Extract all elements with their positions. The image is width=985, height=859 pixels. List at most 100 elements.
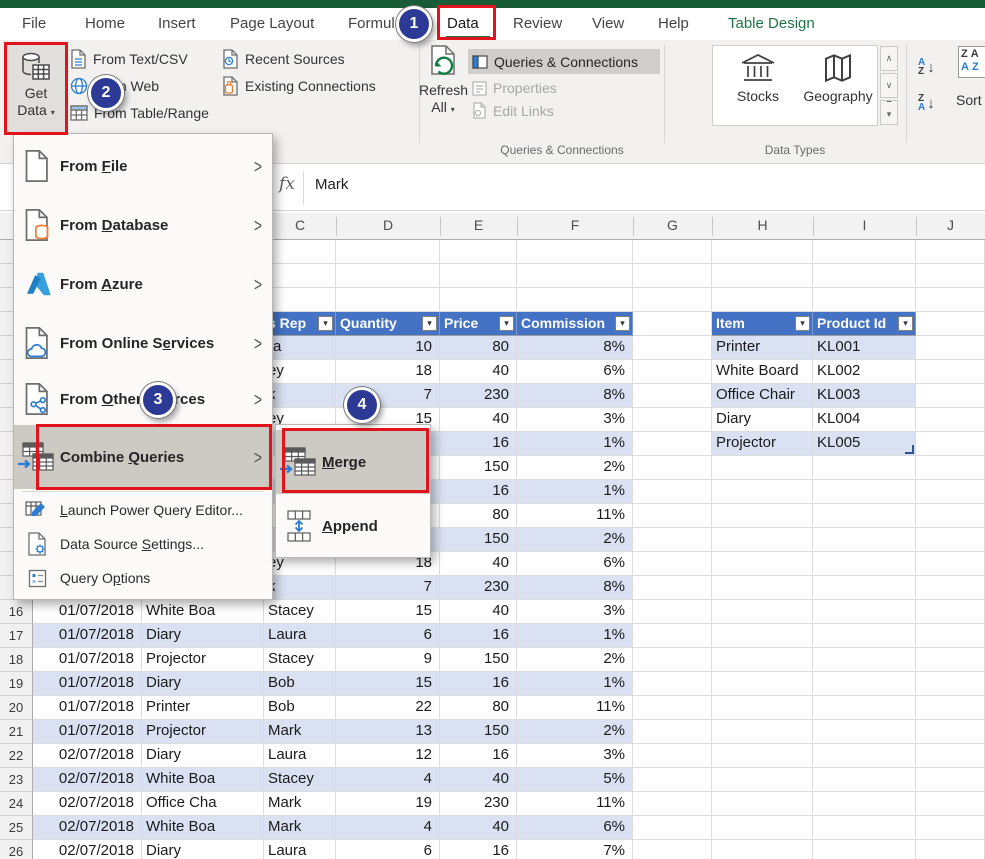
table2-cell[interactable]: Office Chair bbox=[712, 384, 813, 408]
from-text-csv-button[interactable]: From Text/CSV bbox=[70, 48, 188, 70]
table1-cell[interactable]: 8% bbox=[517, 336, 633, 360]
table1-cell[interactable]: White Boa bbox=[142, 768, 264, 792]
table1-cell[interactable]: 2% bbox=[517, 456, 633, 480]
table1-cell[interactable]: 16 bbox=[440, 480, 517, 504]
table1-cell[interactable]: 15 bbox=[336, 672, 440, 696]
cell[interactable] bbox=[813, 480, 916, 504]
cell[interactable] bbox=[633, 504, 712, 528]
table1-cell[interactable]: 22 bbox=[336, 696, 440, 720]
cell[interactable] bbox=[916, 456, 985, 480]
gallery-scroll-up-button[interactable]: ∧ bbox=[880, 46, 898, 71]
table1-cell[interactable]: 12 bbox=[336, 744, 440, 768]
cell[interactable] bbox=[712, 264, 813, 288]
cell[interactable] bbox=[633, 312, 712, 336]
table1-header-cell[interactable]: Commission▾ bbox=[517, 312, 633, 336]
cell[interactable] bbox=[712, 456, 813, 480]
cell[interactable] bbox=[517, 264, 633, 288]
table1-cell[interactable]: ra bbox=[264, 336, 336, 360]
cell[interactable] bbox=[712, 744, 813, 768]
cell[interactable] bbox=[712, 840, 813, 859]
cell[interactable] bbox=[813, 576, 916, 600]
cell[interactable] bbox=[916, 816, 985, 840]
table2-cell[interactable]: Diary bbox=[712, 408, 813, 432]
menu-item-from-azure[interactable]: From Azure > bbox=[14, 260, 272, 308]
cell[interactable] bbox=[712, 504, 813, 528]
table1-cell[interactable]: 80 bbox=[440, 504, 517, 528]
table1-cell[interactable]: 40 bbox=[440, 360, 517, 384]
cell[interactable] bbox=[813, 792, 916, 816]
tab-home[interactable]: Home bbox=[85, 15, 125, 32]
table1-cell[interactable]: 02/07/2018 bbox=[33, 816, 142, 840]
table1-cell[interactable]: Projector bbox=[142, 648, 264, 672]
menu-item-from-file[interactable]: From File > bbox=[14, 142, 272, 190]
table1-cell[interactable]: Stacey bbox=[264, 768, 336, 792]
cell[interactable] bbox=[712, 672, 813, 696]
column-header-F[interactable]: F bbox=[517, 217, 633, 233]
cell[interactable] bbox=[916, 624, 985, 648]
cell[interactable] bbox=[916, 696, 985, 720]
table1-cell[interactable]: 1% bbox=[517, 480, 633, 504]
table1-cell[interactable]: Diary bbox=[142, 672, 264, 696]
cell[interactable] bbox=[916, 480, 985, 504]
column-header-I[interactable]: I bbox=[813, 217, 916, 233]
cell[interactable] bbox=[712, 288, 813, 312]
gallery-more-button[interactable]: ▾ bbox=[880, 100, 898, 125]
table1-cell[interactable]: 40 bbox=[440, 600, 517, 624]
table1-cell[interactable]: 16 bbox=[440, 432, 517, 456]
filter-dropdown-icon[interactable]: ▾ bbox=[499, 316, 514, 331]
cell[interactable] bbox=[712, 240, 813, 264]
cell[interactable] bbox=[813, 528, 916, 552]
table1-cell[interactable]: 2% bbox=[517, 720, 633, 744]
table1-cell[interactable]: 01/07/2018 bbox=[33, 720, 142, 744]
geography-button[interactable]: Geography bbox=[799, 52, 877, 104]
sort-descending-button[interactable]: ZA ↓ bbox=[918, 88, 950, 118]
table1-cell[interactable]: 150 bbox=[440, 648, 517, 672]
cell[interactable] bbox=[916, 312, 985, 336]
table1-cell[interactable]: Bob bbox=[264, 672, 336, 696]
table1-header-cell[interactable]: Quantity▾ bbox=[336, 312, 440, 336]
table1-cell[interactable]: White Boa bbox=[142, 816, 264, 840]
cell[interactable] bbox=[633, 528, 712, 552]
row-header-25[interactable]: 25 bbox=[0, 816, 33, 840]
table1-cell[interactable]: Laura bbox=[264, 840, 336, 859]
table1-cell[interactable]: ey bbox=[264, 360, 336, 384]
table1-cell[interactable]: 3% bbox=[517, 408, 633, 432]
cell[interactable] bbox=[633, 624, 712, 648]
table1-cell[interactable]: Diary bbox=[142, 744, 264, 768]
table1-cell[interactable]: Mark bbox=[264, 720, 336, 744]
cell[interactable] bbox=[712, 720, 813, 744]
table2-cell[interactable]: White Board bbox=[712, 360, 813, 384]
cell[interactable] bbox=[633, 792, 712, 816]
tab-view[interactable]: View bbox=[592, 15, 624, 32]
cell[interactable] bbox=[916, 384, 985, 408]
row-header-20[interactable]: 20 bbox=[0, 696, 33, 720]
table1-cell[interactable]: Diary bbox=[142, 624, 264, 648]
row-header-21[interactable]: 21 bbox=[0, 720, 33, 744]
column-header-H[interactable]: H bbox=[712, 217, 813, 233]
cell[interactable] bbox=[633, 288, 712, 312]
cell[interactable] bbox=[916, 744, 985, 768]
gallery-scroll-down-button[interactable]: ∨ bbox=[880, 73, 898, 98]
cell[interactable] bbox=[633, 552, 712, 576]
cell[interactable] bbox=[633, 240, 712, 264]
table1-cell[interactable]: 4 bbox=[336, 816, 440, 840]
tab-review[interactable]: Review bbox=[513, 15, 562, 32]
cell[interactable] bbox=[813, 720, 916, 744]
table1-cell[interactable]: Laura bbox=[264, 624, 336, 648]
cell[interactable] bbox=[916, 648, 985, 672]
table2-cell[interactable]: KL001 bbox=[813, 336, 916, 360]
cell[interactable] bbox=[712, 480, 813, 504]
table1-cell[interactable]: 19 bbox=[336, 792, 440, 816]
sort-ascending-button[interactable]: AZ ↓ bbox=[918, 52, 950, 82]
filter-dropdown-icon[interactable]: ▾ bbox=[898, 316, 913, 331]
cell[interactable] bbox=[517, 288, 633, 312]
filter-dropdown-icon[interactable]: ▾ bbox=[615, 316, 630, 331]
cell[interactable] bbox=[712, 792, 813, 816]
cell[interactable] bbox=[712, 624, 813, 648]
table1-cell[interactable]: 150 bbox=[440, 720, 517, 744]
table1-cell[interactable]: 40 bbox=[440, 552, 517, 576]
table1-cell[interactable]: 7 bbox=[336, 576, 440, 600]
cell[interactable] bbox=[916, 432, 985, 456]
column-header-J[interactable]: J bbox=[916, 217, 985, 233]
table1-cell[interactable]: 11% bbox=[517, 792, 633, 816]
